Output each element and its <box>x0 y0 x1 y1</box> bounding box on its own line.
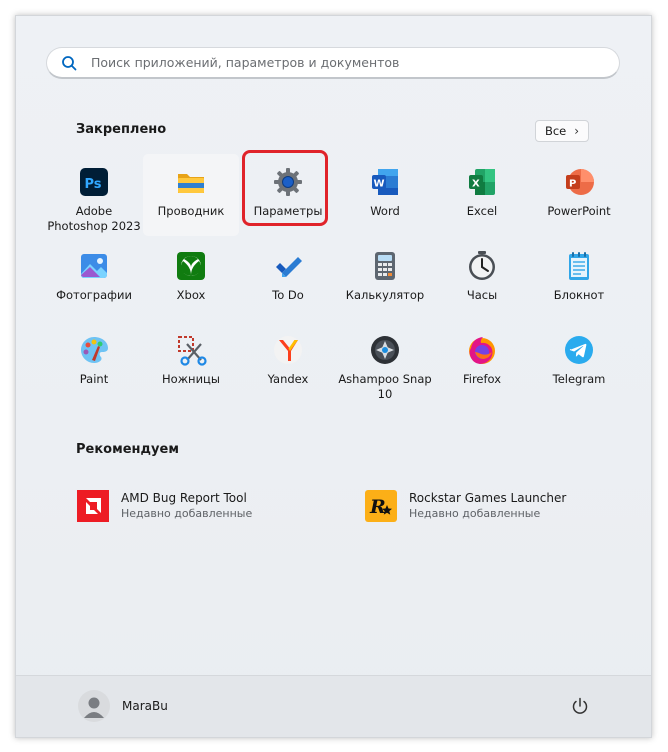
app-label: Yandex <box>267 372 309 386</box>
photoshop-icon: Ps <box>80 168 108 196</box>
pinned-title: Закреплено <box>76 122 167 137</box>
svg-text:P: P <box>569 179 576 190</box>
svg-text:W: W <box>374 179 385 190</box>
search-input[interactable] <box>89 54 563 71</box>
pinned-app-paint[interactable]: Paint <box>46 322 142 404</box>
recommended-title: Рекомендуем <box>76 442 179 457</box>
user-avatar-icon <box>84 697 104 718</box>
power-icon[interactable] <box>570 696 590 716</box>
app-label: Фотографии <box>56 288 132 302</box>
pinned-app-todo[interactable]: To Do <box>240 238 336 320</box>
pinned-app-xbox[interactable]: Xbox <box>143 238 239 320</box>
chevron-right-icon: › <box>574 124 580 138</box>
amd-icon <box>77 490 109 522</box>
start-footer: MaraBu <box>16 675 651 737</box>
svg-text:X: X <box>472 179 480 190</box>
word-icon: W <box>372 169 398 195</box>
pinned-app-firefox[interactable]: Firefox <box>434 322 530 404</box>
pinned-app-photos[interactable]: Фотографии <box>46 238 142 320</box>
pinned-app-yandex[interactable]: Yandex <box>240 322 336 404</box>
settings-highlight-frame <box>242 150 328 226</box>
search-box[interactable] <box>46 47 620 79</box>
app-label: Telegram <box>552 372 606 386</box>
ashampoo-snap-icon <box>371 336 399 364</box>
app-label: Excel <box>466 204 498 218</box>
recommended-item-title: AMD Bug Report Tool <box>121 491 247 505</box>
pinned-app-excel[interactable]: X Excel <box>434 154 530 236</box>
app-label: Блокнот <box>553 288 605 302</box>
paint-palette-icon <box>81 337 108 363</box>
pinned-app-explorer[interactable]: Проводник <box>143 154 239 236</box>
search-icon <box>62 55 77 70</box>
app-label: Ashampoo Snap 10 <box>338 372 432 401</box>
recommended-item-rockstar[interactable]: R Rockstar Games Launcher Недавно добавл… <box>365 486 625 526</box>
start-menu: Закреплено Все › Ps Adobe Photoshop 2023… <box>15 15 652 738</box>
pinned-apps-grid: Ps Adobe Photoshop 2023 Проводник Параме… <box>46 154 628 424</box>
recommended-item-subtitle: Недавно добавленные <box>409 507 541 520</box>
all-apps-button[interactable]: Все › <box>535 120 589 142</box>
file-explorer-icon <box>178 174 204 193</box>
recommended-item-title: Rockstar Games Launcher <box>409 491 567 505</box>
excel-icon: X <box>469 169 495 195</box>
recommended-item-subtitle: Недавно добавленные <box>121 507 253 520</box>
pinned-app-clock[interactable]: Часы <box>434 238 530 320</box>
notepad-icon <box>569 252 589 280</box>
pinned-app-word[interactable]: W Word <box>337 154 433 236</box>
app-label: Ножницы <box>162 372 220 386</box>
firefox-icon <box>469 337 495 364</box>
app-label: Paint <box>79 372 109 386</box>
snipping-scissors-icon <box>178 336 207 366</box>
app-label: Проводник <box>157 204 225 218</box>
todo-check-icon <box>276 257 302 277</box>
xbox-icon <box>177 252 205 280</box>
pinned-app-notepad[interactable]: Блокнот <box>531 238 627 320</box>
rockstar-icon: R <box>365 490 397 522</box>
pinned-app-ashampoo[interactable]: Ashampoo Snap 10 <box>337 322 433 404</box>
app-label: Xbox <box>176 288 206 302</box>
app-label: To Do <box>272 288 304 302</box>
app-label: Firefox <box>462 372 502 386</box>
telegram-icon <box>565 336 593 364</box>
app-label: Adobe Photoshop 2023 <box>47 204 141 233</box>
app-label: Калькулятор <box>345 288 425 302</box>
pinned-app-calculator[interactable]: Калькулятор <box>337 238 433 320</box>
pinned-app-powerpoint[interactable]: P PowerPoint <box>531 154 627 236</box>
app-label: Word <box>370 204 400 218</box>
pinned-app-snipping[interactable]: Ножницы <box>143 322 239 404</box>
powerpoint-icon: P <box>566 169 594 195</box>
yandex-browser-icon <box>274 336 302 364</box>
photos-icon <box>81 254 107 278</box>
user-name[interactable]: MaraBu <box>122 699 168 713</box>
pinned-app-telegram[interactable]: Telegram <box>531 322 627 404</box>
pinned-app-photoshop[interactable]: Ps Adobe Photoshop 2023 <box>46 154 142 236</box>
svg-text:R: R <box>369 496 386 518</box>
svg-text:Ps: Ps <box>85 177 102 192</box>
clock-icon <box>469 251 495 280</box>
avatar[interactable] <box>78 690 110 722</box>
calculator-icon <box>375 252 395 280</box>
recommended-item-amd[interactable]: AMD Bug Report Tool Недавно добавленные <box>77 486 337 526</box>
app-label: Часы <box>466 288 498 302</box>
app-label: PowerPoint <box>547 204 611 218</box>
all-apps-label: Все <box>544 124 567 138</box>
